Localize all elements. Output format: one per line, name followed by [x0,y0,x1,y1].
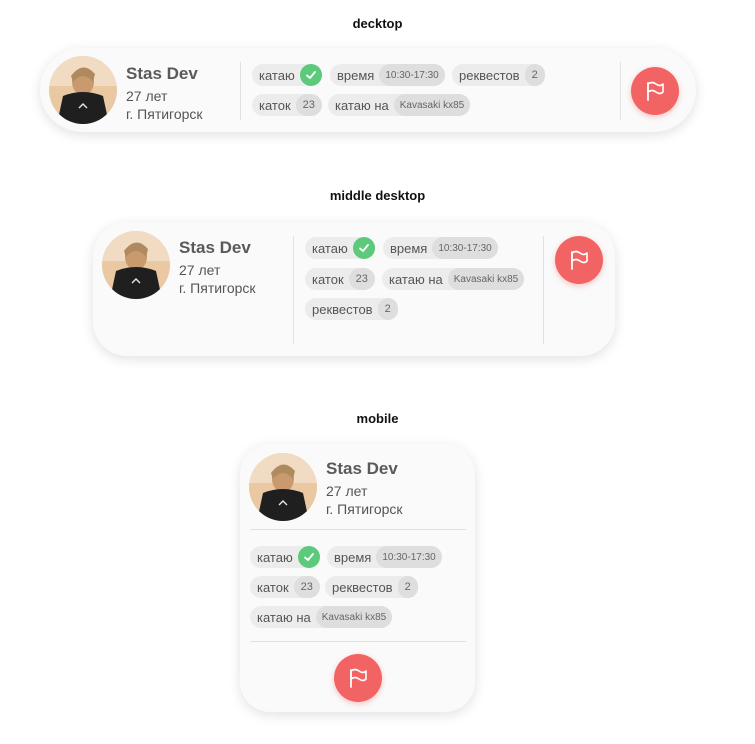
chip-rinks-label: каток [312,271,344,287]
chip-rinks-label: каток [259,97,291,113]
report-flag-button[interactable] [555,236,603,284]
section-title-desktop: decktop [352,16,403,31]
chip-requests-label: реквестов [459,67,520,83]
chip-time-value: 10:30-17:30 [376,546,442,568]
check-badge-icon [299,64,322,86]
profile-card-mobile: Stas Dev 27 лет г. Пятигорск катаю время… [240,444,475,712]
chip-requests-value: 2 [524,64,545,86]
user-name: Stas Dev [326,459,398,478]
chip-riding: катаю [252,64,322,86]
chip-riding-label: катаю [259,67,295,83]
report-flag-button[interactable] [334,654,382,702]
chip-requests: реквестов 2 [305,298,398,320]
flag-icon [350,668,367,688]
section-title-middle: middle desktop [329,188,426,203]
chip-rinks: каток 23 [305,268,375,290]
chip-requests: реквестов 2 [452,64,545,86]
user-age: 27 лет [326,483,368,499]
chip-requests-label: реквестов [312,301,373,317]
user-name: Stas Dev [179,238,251,257]
chip-bike-label: катаю на [257,609,311,625]
report-flag-button[interactable] [631,67,679,115]
chip-bike-label: катаю на [389,271,443,287]
chip-time-label: время [337,67,375,83]
chip-requests-label: реквестов [332,579,393,595]
user-name: Stas Dev [126,64,198,83]
chip-time-value: 10:30-17:30 [432,237,498,259]
chip-time: время 10:30-17:30 [383,237,498,259]
chip-bike-value: Kavasaki kx85 [447,268,525,290]
check-badge-icon [297,546,320,568]
flag-icon [647,81,664,101]
profile-card-middle: Stas Dev 27 лет г. Пятигорск катаю время… [93,222,615,356]
chip-time: время 10:30-17:30 [327,546,442,568]
chip-rinks-value: 23 [295,94,322,116]
user-age: 27 лет [126,88,168,104]
chip-riding-label: катаю [312,240,348,256]
divider [293,236,294,344]
user-city: г. Пятигорск [126,106,203,122]
chip-time-label: время [334,549,372,565]
divider [250,641,466,642]
chip-riding: катаю [250,546,320,568]
chip-requests: реквестов 2 [325,576,418,598]
chip-bike: катаю на Kavasaki kx85 [250,606,393,628]
divider [240,62,241,120]
chip-bike-value: Kavasaki kx85 [315,606,393,628]
avatar[interactable] [249,453,317,521]
chip-rinks: каток 23 [252,94,322,116]
divider [620,62,621,120]
section-title-mobile: mobile [356,411,399,426]
chip-time: время 10:30-17:30 [330,64,445,86]
chip-requests-value: 2 [377,298,398,320]
chip-riding: катаю [305,237,375,259]
user-age: 27 лет [179,262,221,278]
chip-rinks-label: каток [257,579,289,595]
divider [543,236,544,344]
chip-time-value: 10:30-17:30 [379,64,445,86]
chip-rinks-value: 23 [293,576,320,598]
chip-bike: катаю на Kavasaki kx85 [382,268,525,290]
chip-bike-value: Kavasaki kx85 [393,94,471,116]
chip-bike-label: катаю на [335,97,389,113]
avatar[interactable] [49,56,117,124]
divider [250,529,466,530]
flag-icon [571,250,588,270]
user-city: г. Пятигорск [179,280,256,296]
chip-time-label: время [390,240,428,256]
chip-rinks-value: 23 [348,268,375,290]
avatar[interactable] [102,231,170,299]
chip-bike: катаю на Kavasaki kx85 [328,94,471,116]
chip-requests-value: 2 [397,576,418,598]
chip-riding-label: катаю [257,549,293,565]
user-city: г. Пятигорск [326,501,403,517]
check-badge-icon [352,237,375,259]
profile-card-desktop: Stas Dev 27 лет г. Пятигорск катаю время… [40,48,696,132]
chip-rinks: каток 23 [250,576,320,598]
